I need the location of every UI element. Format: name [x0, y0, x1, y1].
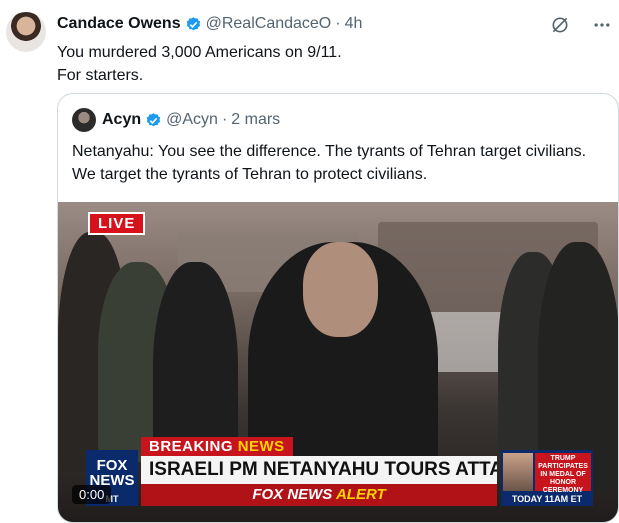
- separator-dot: ·: [221, 111, 228, 128]
- tweet-text-line2: For starters.: [57, 67, 144, 84]
- chyron-headline: ISRAELI PM NETANYAHU TOURS ATTACK SITE: [141, 456, 497, 484]
- quoted-author-handle[interactable]: @Acyn: [166, 111, 218, 129]
- live-badge: LIVE: [88, 212, 146, 235]
- more-icon[interactable]: [591, 14, 613, 36]
- breaking-news-label: NEWS: [237, 438, 285, 455]
- breaking-news-banner: BREAKING NEWS: [141, 437, 293, 456]
- verified-badge-icon: [146, 112, 161, 126]
- quoted-tweet-text: Netanyahu: You see the difference. The t…: [72, 143, 587, 183]
- alert-brand: FOX NEWS: [252, 486, 333, 503]
- breaking-label: BREAKING: [149, 438, 234, 455]
- author-avatar[interactable]: [6, 12, 46, 52]
- alert-word: ALERT: [335, 486, 386, 503]
- quoted-author-avatar[interactable]: [72, 108, 96, 132]
- video-timestamp[interactable]: 0:00: [72, 485, 112, 504]
- quoted-author-name[interactable]: Acyn: [102, 111, 141, 129]
- promo-box: TRUMP PARTICIPATES IN MEDAL OF HONOR CER…: [501, 450, 593, 506]
- promo-time: TODAY 11AM ET: [501, 493, 593, 506]
- quoted-tweet[interactable]: Acyn @Acyn · 2 mars Netanyahu: You see t…: [57, 93, 619, 523]
- tweet-time[interactable]: 4h: [345, 14, 363, 34]
- quoted-tweet-header: Acyn @Acyn · 2 mars: [72, 108, 280, 132]
- promo-text: TRUMP PARTICIPATES IN MEDAL OF HONOR CER…: [535, 453, 591, 494]
- tweet-actions: [549, 14, 613, 36]
- tweet-header: Candace Owens @RealCandaceO · 4h: [57, 14, 362, 34]
- tweet-text-line1: You murdered 3,000 Americans on 9/11.: [57, 44, 342, 61]
- verified-badge-icon: [186, 16, 200, 30]
- tweet-text: You murdered 3,000 Americans on 9/11. Fo…: [57, 41, 342, 87]
- separator-dot: ·: [335, 15, 341, 32]
- quoted-tweet-date[interactable]: 2 mars: [231, 111, 280, 129]
- video-player[interactable]: LIVE BREAKING NEWS ISRAELI PM NETANYAHU …: [58, 202, 618, 522]
- fox-news-alert-bar: FOX NEWS ALERT: [141, 484, 497, 506]
- fox-logo-text: FOX NEWS: [89, 457, 135, 489]
- author-name[interactable]: Candace Owens: [57, 14, 181, 34]
- grok-icon[interactable]: [549, 14, 571, 36]
- author-handle[interactable]: @RealCandaceO: [206, 14, 332, 34]
- promo-thumbnail: [503, 453, 533, 491]
